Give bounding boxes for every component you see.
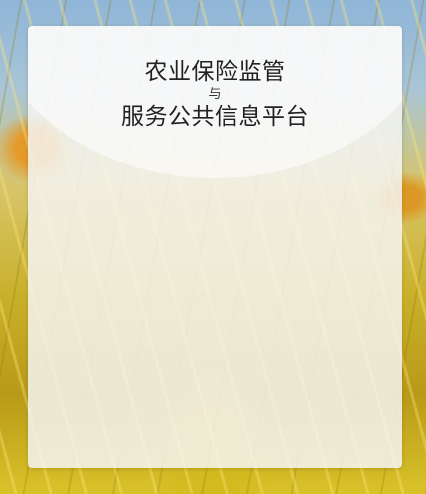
app-title-line2: 服务公共信息平台 [121,104,309,130]
login-panel: 农业保险监管 与 服务公共信息平台 [28,26,402,468]
app-screen: 农业保险监管 与 服务公共信息平台 [0,0,426,494]
app-title: 农业保险监管 与 服务公共信息平台 [28,58,402,131]
app-title-line1: 农业保险监管 [144,59,286,85]
app-title-connector: 与 [208,87,222,102]
